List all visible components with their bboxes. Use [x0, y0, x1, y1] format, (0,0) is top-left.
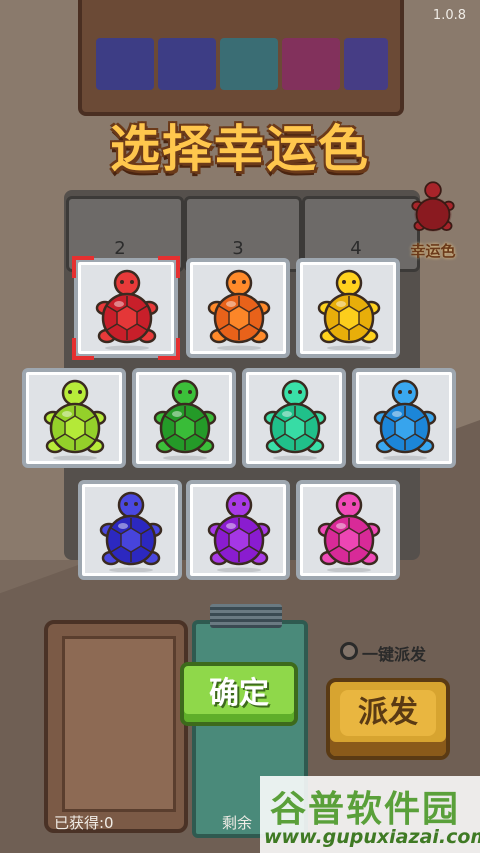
shelf-slot	[344, 38, 388, 90]
shelf-slot	[96, 38, 154, 90]
selection-corner	[158, 338, 180, 360]
turtle-lime-icon	[43, 379, 107, 460]
color-card-yellow[interactable]	[296, 258, 400, 358]
lucky-color-label: 幸运色	[410, 242, 456, 260]
watermark: 谷普软件园 www.gupuxiazai.com	[260, 776, 480, 853]
turtle-icon	[411, 181, 455, 232]
remaining-stack	[210, 604, 282, 628]
selection-corner	[72, 338, 94, 360]
turtle-mint-icon	[263, 379, 327, 460]
turtle-green-icon	[153, 379, 217, 460]
watermark-title: 谷普软件园	[270, 789, 461, 830]
cabinet-door	[62, 636, 176, 812]
column-number: 3	[232, 238, 244, 259]
obtained-count: 已获得:0	[54, 814, 114, 832]
shelf-slot	[282, 38, 340, 90]
turtle-shelf	[78, 0, 404, 116]
shelf-slot	[220, 38, 278, 90]
lucky-turtle-icon	[408, 178, 458, 238]
turtle-sky-blue-icon	[373, 379, 437, 460]
turtle-yellow-icon	[317, 269, 381, 350]
color-card-lime[interactable]	[22, 368, 126, 468]
obtained-cabinet	[44, 620, 188, 833]
selection-corner	[158, 256, 180, 278]
turtle-purple-icon	[207, 491, 271, 572]
color-card-red[interactable]	[72, 256, 180, 360]
color-card-purple[interactable]	[186, 480, 290, 580]
shelf-slot	[158, 38, 216, 90]
selection-corner	[72, 256, 94, 278]
turtle-pink-icon	[317, 491, 381, 572]
color-card-mint[interactable]	[242, 368, 346, 468]
lucky-color-indicator: 幸运色	[400, 178, 466, 268]
turtle-orange-icon	[207, 269, 271, 350]
page-title: 选择幸运色	[110, 120, 370, 178]
color-card-pink[interactable]	[296, 480, 400, 580]
auto-dispatch-checkbox[interactable]	[340, 642, 358, 660]
color-card-orange[interactable]	[186, 258, 290, 358]
column-number: 4	[350, 238, 362, 259]
dispatch-button[interactable]: 派发	[326, 678, 450, 760]
watermark-url: www.gupuxiazai.com	[264, 826, 480, 848]
turtle-blue-icon	[99, 491, 163, 572]
auto-dispatch-label: 一键派发	[362, 645, 427, 664]
confirm-button[interactable]: 确定	[180, 662, 298, 726]
version-label: 1.0.8	[432, 8, 466, 23]
remaining-count: 剩余	[222, 814, 253, 832]
column-number: 2	[114, 238, 126, 259]
color-card-green[interactable]	[132, 368, 236, 468]
color-card-sky-blue[interactable]	[352, 368, 456, 468]
dispatch-label: 派发	[340, 690, 436, 736]
turtle-red-icon	[95, 269, 159, 350]
color-card-blue[interactable]	[78, 480, 182, 580]
